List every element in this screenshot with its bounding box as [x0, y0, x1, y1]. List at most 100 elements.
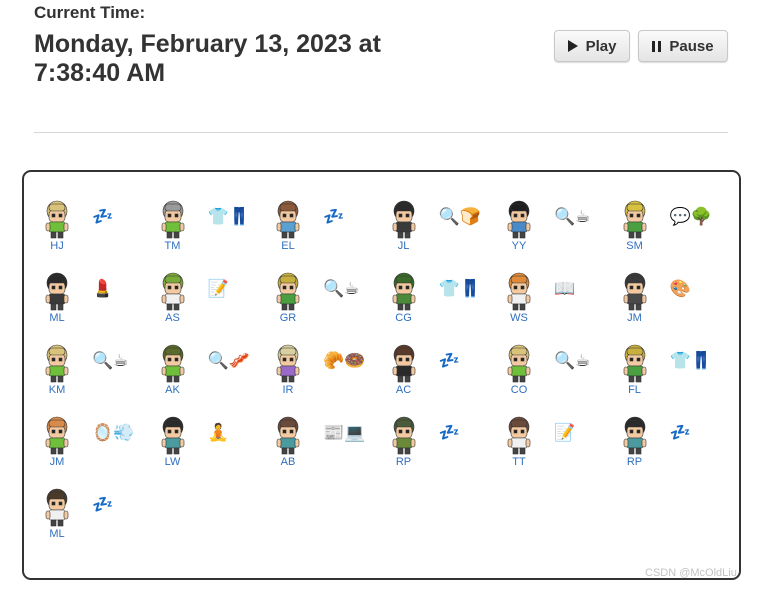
- agent-avatar[interactable]: ML: [34, 487, 80, 543]
- agent-avatar[interactable]: GR: [265, 271, 311, 327]
- avatar-sprite-icon: [392, 200, 415, 239]
- agent-activity-icon: 🧘: [207, 423, 229, 443]
- agent-initials: JL: [397, 240, 410, 252]
- agent-activity-icon: 💄: [92, 279, 114, 299]
- agent-activity-icon: 📝: [207, 279, 229, 299]
- avatar-sprite-icon: [161, 200, 184, 239]
- current-time-value: Monday, February 13, 2023 at 7:38:40 AM: [34, 30, 381, 87]
- agent-initials: EL: [281, 240, 295, 252]
- agent-avatar[interactable]: RP: [612, 415, 658, 471]
- avatar-sprite-icon: [45, 488, 69, 527]
- avatar-sprite-icon: [392, 272, 415, 311]
- agent-initials: KM: [48, 384, 66, 396]
- agent-initials: FL: [628, 384, 641, 396]
- agent-initials: YY: [511, 240, 527, 252]
- current-time-label: Current Time:: [34, 3, 146, 22]
- agent-initials: ML: [49, 312, 65, 324]
- agent-initials: CO: [510, 384, 528, 396]
- agent-avatar[interactable]: TT: [496, 415, 542, 471]
- agent-initials: WS: [510, 312, 528, 324]
- agent-initials: LW: [164, 456, 181, 468]
- agent-initials: JM: [627, 312, 642, 324]
- header-divider: [34, 132, 728, 133]
- simulation-board: HJ 💤 TM 👕👖 EL 💤 JL 🔍🍞 YY 🔍☕ SM 💬🌳 ML 💄 AS 📝 GR 🔍☕ CG 👕👖 WS 📖 J…: [22, 170, 741, 580]
- avatar-sprite-icon: [161, 272, 184, 311]
- agent-initials: IR: [282, 384, 294, 396]
- agent-initials: CG: [395, 312, 412, 324]
- agent-activity-icon: 👕👖: [669, 351, 712, 371]
- agent-avatar[interactable]: AB: [265, 415, 311, 471]
- avatar-sprite-icon: [276, 344, 300, 383]
- agent-activity-icon: 🔍☕: [554, 207, 591, 227]
- agent-avatar[interactable]: LW: [150, 415, 196, 471]
- agent-avatar[interactable]: IR: [265, 343, 311, 399]
- agent-avatar[interactable]: EL: [265, 199, 311, 255]
- agent-avatar[interactable]: JL: [381, 199, 427, 255]
- agent-avatar[interactable]: ML: [34, 271, 80, 327]
- agent-avatar[interactable]: HJ: [34, 199, 80, 255]
- agent-initials: AB: [280, 456, 296, 468]
- avatar-sprite-icon: [45, 344, 69, 383]
- avatar-sprite-icon: [507, 416, 531, 455]
- agent-activity-icon: 💤: [438, 351, 460, 371]
- avatar-sprite-icon: [623, 416, 646, 455]
- agent-avatar[interactable]: AS: [150, 271, 196, 327]
- avatar-sprite-icon: [507, 272, 531, 311]
- agent-activity-icon: 📖: [554, 279, 576, 299]
- agent-avatar[interactable]: RP: [381, 415, 427, 471]
- agent-avatar[interactable]: KM: [34, 343, 80, 399]
- agent-initials: TM: [164, 240, 181, 252]
- agent-avatar[interactable]: WS: [496, 271, 542, 327]
- agent-activity-icon: 🔍☕: [92, 351, 129, 371]
- play-button-label: Play: [585, 37, 617, 55]
- avatar-sprite-icon: [623, 344, 646, 383]
- agent-initials: ML: [49, 528, 65, 540]
- agent-avatar[interactable]: CO: [496, 343, 542, 399]
- avatar-sprite-icon: [45, 200, 69, 239]
- avatar-sprite-icon: [392, 344, 415, 383]
- agent-avatar[interactable]: YY: [496, 199, 542, 255]
- play-icon: [567, 40, 578, 52]
- avatar-sprite-icon: [276, 272, 300, 311]
- agent-activity-icon: 👕👖: [207, 207, 250, 227]
- agent-initials: AS: [165, 312, 180, 324]
- agent-activity-icon: 👕👖: [438, 279, 481, 299]
- agent-activity-icon: 🪞💨: [92, 423, 135, 443]
- play-button[interactable]: Play: [554, 30, 630, 62]
- agent-initials: AC: [395, 384, 412, 396]
- agent-initials: HJ: [50, 240, 64, 252]
- agent-avatar[interactable]: CG: [381, 271, 427, 327]
- agent-initials: AK: [165, 384, 180, 396]
- watermark: CSDN @McOldLiu: [645, 567, 737, 579]
- agent-activity-icon: 💤: [92, 207, 114, 227]
- agent-avatar[interactable]: TM: [150, 199, 196, 255]
- agent-activity-icon: 💤: [92, 495, 114, 515]
- avatar-sprite-icon: [392, 416, 415, 455]
- agent-initials: JM: [49, 456, 65, 468]
- agent-activity-icon: 📝: [554, 423, 576, 443]
- agent-avatar[interactable]: AC: [381, 343, 427, 399]
- agent-avatar[interactable]: JM: [34, 415, 80, 471]
- agent-initials: RP: [395, 456, 412, 468]
- agent-avatar[interactable]: FL: [612, 343, 658, 399]
- agent-activity-icon: 🥐🍩: [323, 351, 366, 371]
- avatar-sprite-icon: [507, 344, 531, 383]
- avatar-sprite-icon: [161, 344, 184, 383]
- pause-button[interactable]: Pause: [638, 30, 728, 62]
- avatar-sprite-icon: [276, 416, 300, 455]
- agent-activity-icon: 🔍🍞: [438, 207, 481, 227]
- agent-activity-icon: 📰💻: [323, 423, 366, 443]
- agent-activity-icon: 💤: [669, 423, 691, 443]
- agent-avatar[interactable]: AK: [150, 343, 196, 399]
- agent-avatar[interactable]: SM: [612, 199, 658, 255]
- agent-activity-icon: 🎨: [669, 279, 691, 299]
- avatar-sprite-icon: [623, 272, 646, 311]
- avatar-sprite-icon: [45, 416, 69, 455]
- agent-activity-icon: 💤: [438, 423, 460, 443]
- agent-initials: TT: [512, 456, 526, 468]
- agent-avatar[interactable]: JM: [612, 271, 658, 327]
- agent-initials: GR: [279, 312, 297, 324]
- avatar-sprite-icon: [276, 200, 300, 239]
- avatar-sprite-icon: [45, 272, 69, 311]
- agent-activity-icon: 🔍🥓: [207, 351, 250, 371]
